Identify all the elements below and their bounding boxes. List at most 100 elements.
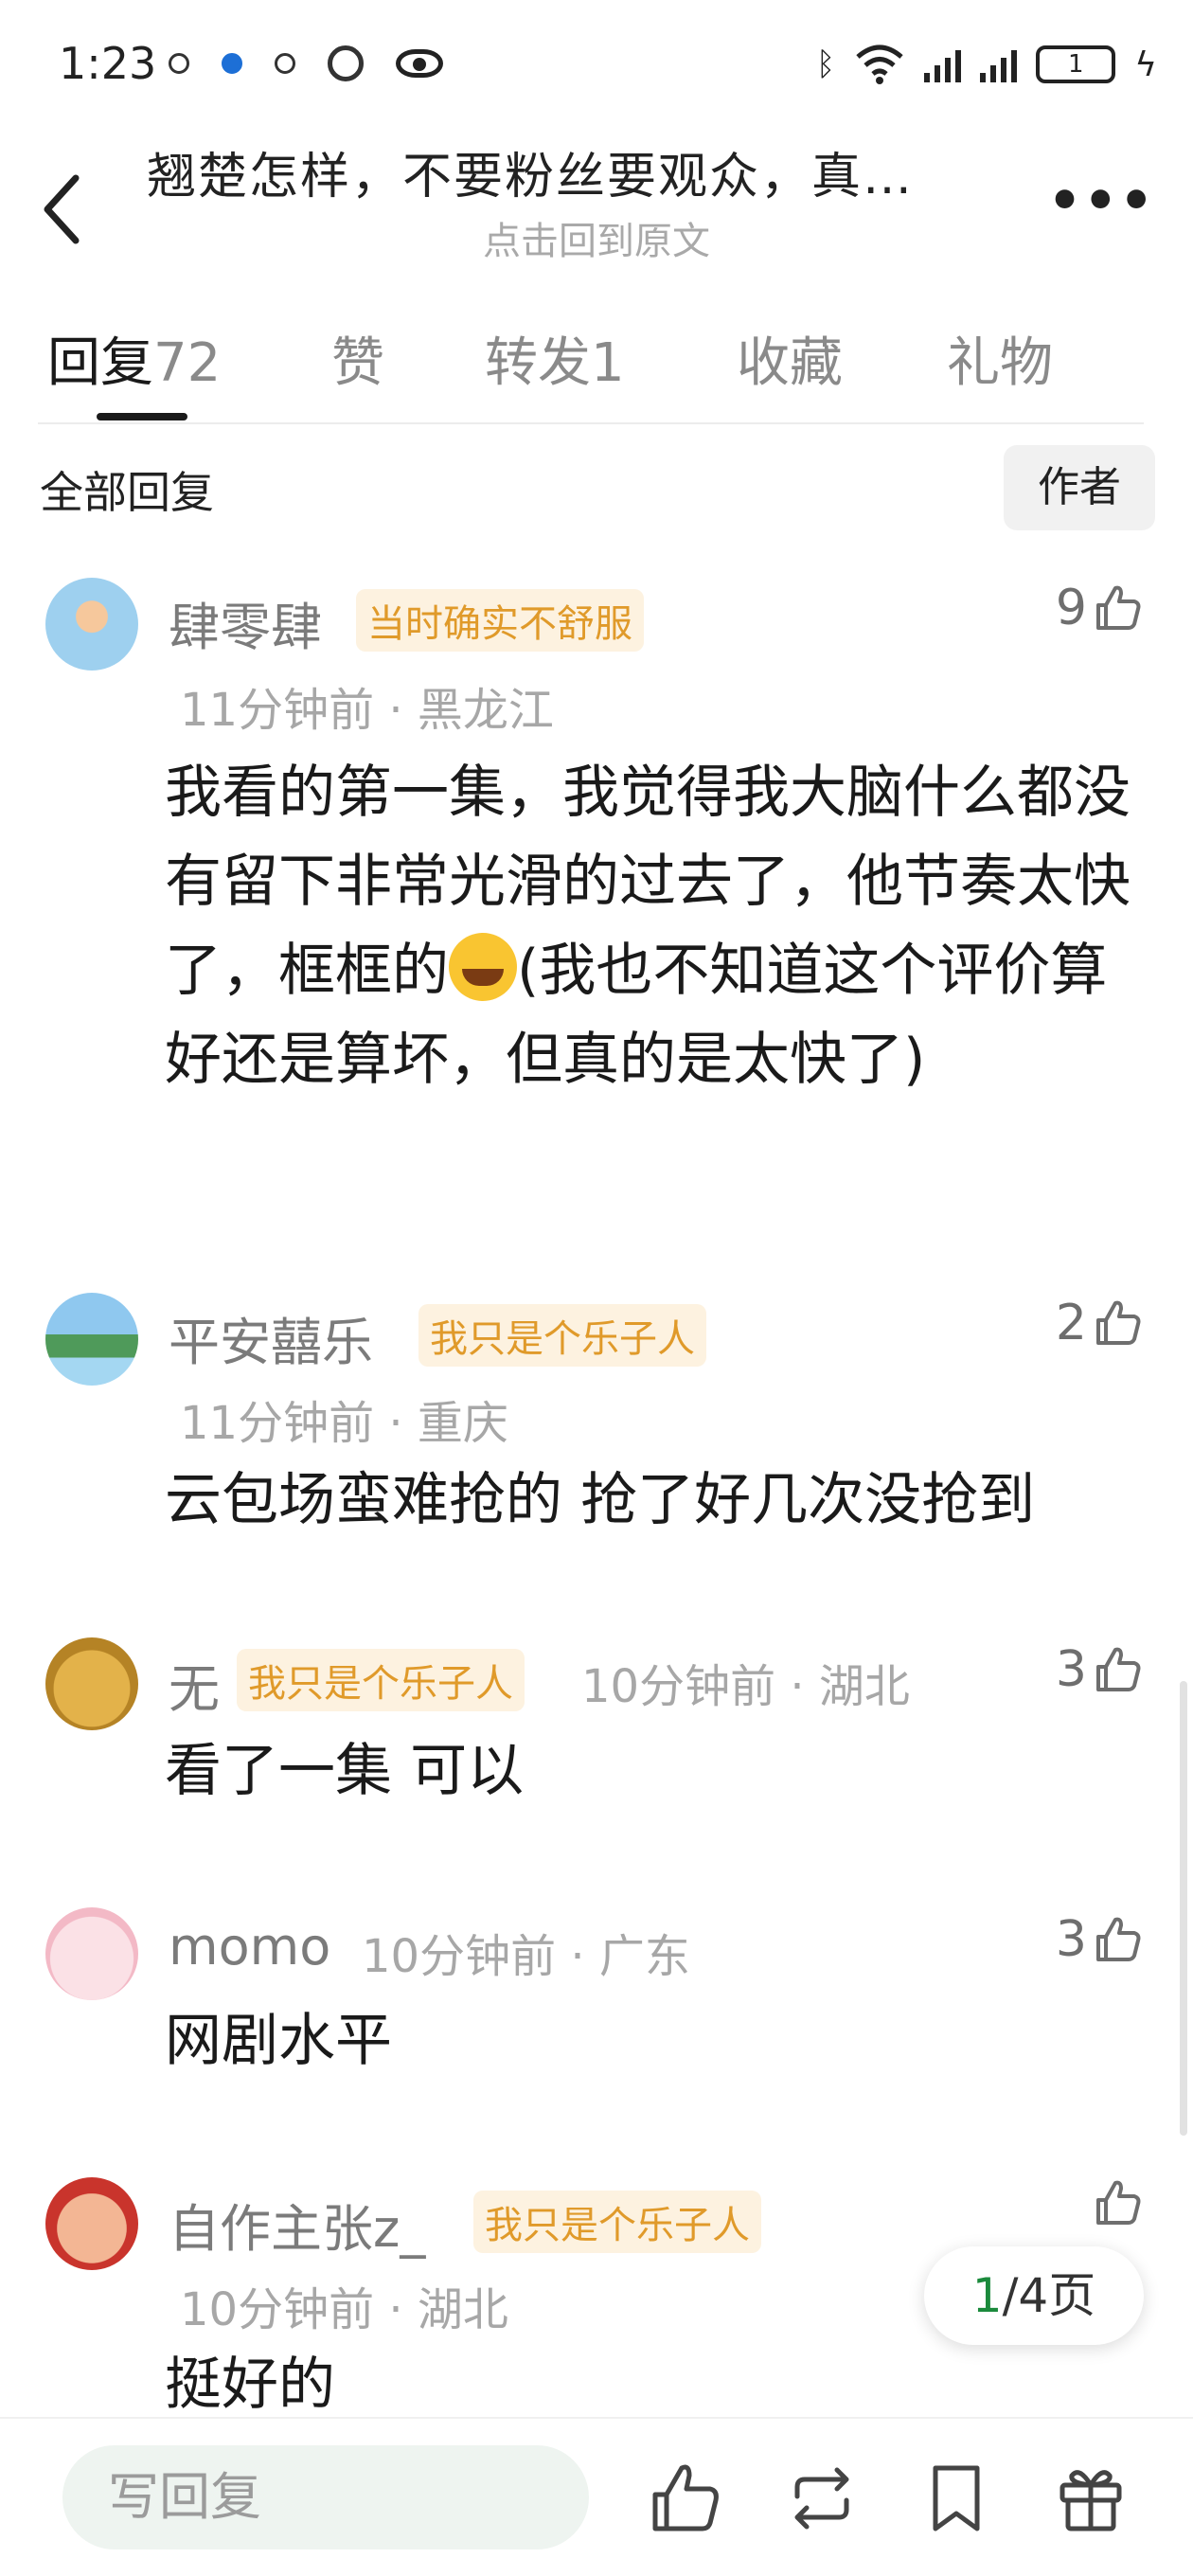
comment-time: 11分钟前 xyxy=(180,1397,375,1450)
comment-time: 10分钟前 xyxy=(180,2283,375,2336)
comment-nickname[interactable]: 自作主张z_ xyxy=(169,2187,425,2262)
fan-badge: 当时确实不舒服 xyxy=(356,589,644,652)
notification-app-icon xyxy=(328,45,364,81)
like-button[interactable]: 3 xyxy=(1056,1641,1144,1698)
avatar[interactable] xyxy=(45,1907,138,2000)
more-options-button[interactable]: ••• xyxy=(1048,170,1155,232)
like-button[interactable]: 2 xyxy=(1056,1295,1144,1351)
tab-label: 回复 xyxy=(47,332,153,394)
reply-input[interactable]: 写回复 xyxy=(62,2445,589,2549)
active-tab-indicator xyxy=(97,413,187,420)
comment-text: 看了一集 可以 xyxy=(165,1738,525,1804)
gift-button[interactable] xyxy=(1051,2459,1131,2538)
scrollbar[interactable] xyxy=(1180,1681,1187,2136)
thumbs-up-icon xyxy=(1096,2180,1141,2225)
thumbs-up-icon xyxy=(1096,585,1141,630)
comment-location: 湖北 xyxy=(417,2283,508,2336)
tab-reposts[interactable]: 转发1 xyxy=(485,320,625,397)
author-filter-button[interactable]: 作者 xyxy=(1004,445,1155,530)
comment-text: 云包场蛮难抢的 抢了好几次没抢到 xyxy=(165,1467,1036,1533)
comment-time: 10分钟前 xyxy=(581,1660,776,1713)
fan-badge: 我只是个乐子人 xyxy=(418,1304,706,1367)
comment-location: 广东 xyxy=(598,1930,690,1983)
comment-meta: 10分钟前 · 广东 xyxy=(362,1919,690,1985)
divider xyxy=(38,422,1144,424)
status-time: 1:23 xyxy=(59,38,157,89)
bookmark-button[interactable] xyxy=(917,2459,996,2538)
like-button[interactable]: 3 xyxy=(1056,1911,1144,1968)
back-to-original-link[interactable]: 点击回到原文 xyxy=(0,210,1193,265)
repost-icon xyxy=(794,2467,849,2530)
avatar[interactable] xyxy=(45,578,138,671)
like-count: 9 xyxy=(1055,580,1087,636)
like-count: 3 xyxy=(1055,1911,1087,1968)
bottom-action-bar: 写回复 xyxy=(0,2417,1193,2576)
comment-item: momo 10分钟前 · 广东 3 网剧水平 xyxy=(0,1904,1193,2112)
total-pages: /4页 xyxy=(1002,2268,1096,2323)
repost-button[interactable] xyxy=(782,2459,862,2538)
tab-count: 1 xyxy=(591,332,625,394)
page-indicator[interactable]: 1/4页 xyxy=(924,2246,1144,2345)
comment-text: 网剧水平 xyxy=(165,2008,392,2074)
avatar[interactable] xyxy=(45,2177,138,2270)
fan-badge: 我只是个乐子人 xyxy=(473,2191,761,2253)
comment-meta: 10分钟前 · 湖北 xyxy=(581,1649,910,1715)
comment-meta: 11分钟前 · 黑龙江 xyxy=(180,672,554,739)
all-replies-label: 全部回复 xyxy=(40,467,214,518)
eye-icon xyxy=(396,49,443,78)
wifi-icon xyxy=(856,45,903,84)
gift-icon xyxy=(1059,2470,1122,2531)
fan-badge: 我只是个乐子人 xyxy=(237,1649,525,1711)
signal-icon xyxy=(980,46,1018,82)
like-button[interactable]: 9 xyxy=(1056,580,1144,636)
like-button[interactable] xyxy=(1087,2177,1144,2228)
like-post-button[interactable] xyxy=(646,2459,725,2538)
tab-label: 礼物 xyxy=(947,332,1053,394)
tab-label: 收藏 xyxy=(737,332,843,394)
tab-likes[interactable]: 赞 xyxy=(331,320,384,397)
post-title[interactable]: 翘楚怎样，不要粉丝要观众，真… xyxy=(147,136,1037,207)
notification-app-icon xyxy=(275,53,295,74)
comment-time: 10分钟前 xyxy=(362,1930,557,1983)
comment-nickname[interactable]: 平安囍乐 xyxy=(169,1300,373,1375)
tab-replies[interactable]: 回复72 xyxy=(47,320,221,397)
current-page: 1 xyxy=(971,2268,1003,2323)
status-right-icons: ᛒ 1 ϟ xyxy=(816,44,1157,85)
notification-app-icon xyxy=(169,53,189,74)
charging-icon: ϟ xyxy=(1134,45,1157,84)
separator: · xyxy=(570,1930,585,1983)
avatar[interactable] xyxy=(45,1637,138,1730)
separator: · xyxy=(388,1397,403,1450)
comment-location: 重庆 xyxy=(417,1397,508,1450)
tab-gifts[interactable]: 礼物 xyxy=(947,320,1053,397)
comment-meta: 10分钟前 · 湖北 xyxy=(180,2272,508,2338)
avatar[interactable] xyxy=(45,1293,138,1386)
comment-text: 挺好的 xyxy=(165,2352,335,2418)
thumbs-up-icon xyxy=(1096,1647,1141,1691)
notification-app-icon xyxy=(222,53,242,74)
bluetooth-icon: ᛒ xyxy=(815,45,836,83)
battery-icon: 1 xyxy=(1036,45,1116,83)
separator: · xyxy=(388,684,403,737)
bookmark-icon xyxy=(933,2465,980,2531)
comment-meta: 11分钟前 · 重庆 xyxy=(180,1386,508,1452)
comment-item: 肆零肆 当时确实不舒服 9 11分钟前 · 黑龙江 我看的第一集，我觉得我大脑什… xyxy=(0,568,1193,1212)
tab-bar: 回复72 赞 转发1 收藏 礼物 xyxy=(0,313,1193,426)
comment-item: 平安囍乐 我只是个乐子人 2 11分钟前 · 重庆 云包场蛮难抢的 抢了好几次没… xyxy=(0,1283,1193,1596)
tab-label: 转发 xyxy=(485,332,591,394)
status-bar: 1:23 ᛒ 1 ϟ xyxy=(0,0,1193,133)
tab-label: 赞 xyxy=(331,332,384,394)
like-count: 3 xyxy=(1055,1641,1087,1698)
laughing-emoji-icon xyxy=(449,933,517,1001)
comment-location: 黑龙江 xyxy=(417,684,554,737)
comment-nickname[interactable]: 无 xyxy=(169,1647,220,1722)
comment-nickname[interactable]: 肆零肆 xyxy=(169,585,322,660)
tab-favorites[interactable]: 收藏 xyxy=(737,320,843,397)
notification-icons xyxy=(169,45,443,81)
header: 翘楚怎样，不要粉丝要观众，真… 点击回到原文 ••• xyxy=(0,133,1193,275)
like-count: 2 xyxy=(1055,1295,1087,1351)
separator: · xyxy=(790,1660,805,1713)
thumbs-up-icon xyxy=(1096,1300,1141,1345)
comment-nickname[interactable]: momo xyxy=(169,1917,330,1977)
comment-item: 无 我只是个乐子人 10分钟前 · 湖北 3 看了一集 可以 xyxy=(0,1634,1193,1842)
